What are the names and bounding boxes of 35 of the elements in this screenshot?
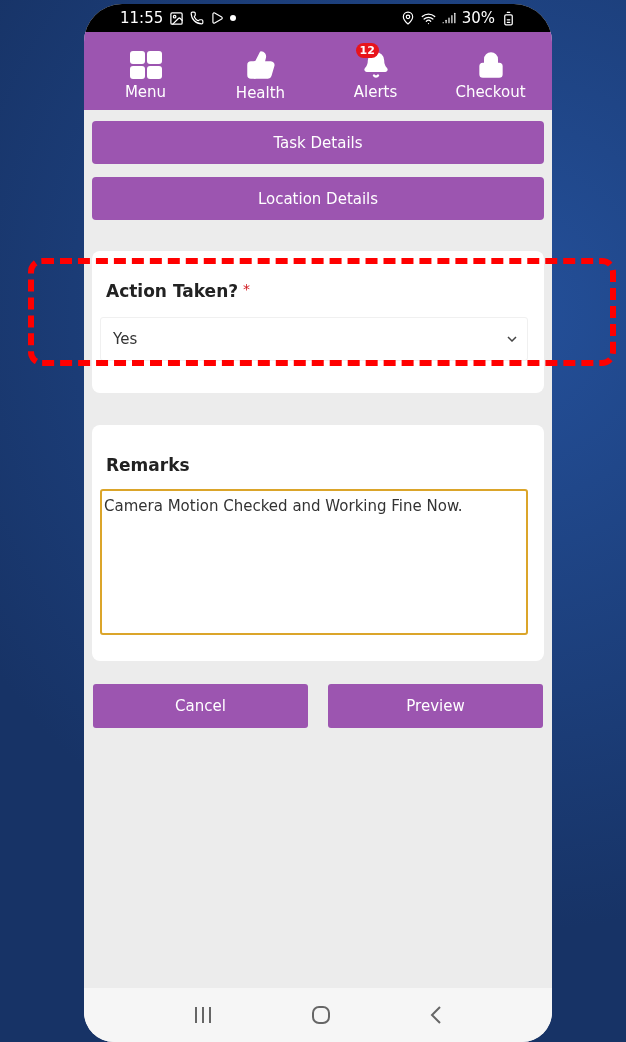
- nav-label: Checkout: [455, 83, 526, 101]
- image-icon: [169, 10, 185, 26]
- dot-icon: [230, 15, 237, 21]
- play-icon: [210, 11, 225, 25]
- back-icon[interactable]: [429, 1005, 443, 1025]
- action-select[interactable]: Yes: [100, 317, 528, 361]
- nav-tab[interactable]: 12 Alerts: [318, 41, 433, 101]
- chevron-down-icon: [507, 336, 517, 342]
- battery-icon: [501, 10, 516, 26]
- signal-icon: [441, 11, 456, 25]
- field-label: Action Taken?: [105, 281, 239, 301]
- nav-tab[interactable]: Health: [203, 40, 318, 102]
- lock-icon: [476, 51, 505, 79]
- grid-icon: [129, 51, 162, 79]
- remarks-textarea[interactable]: Camera Motion Checked and Working Fine Now.: [100, 489, 528, 635]
- nav-tab[interactable]: Menu: [88, 41, 203, 101]
- section-button[interactable]: Task Details: [92, 121, 544, 164]
- action-button[interactable]: Preview: [328, 684, 543, 728]
- action-button[interactable]: Cancel: [93, 684, 308, 728]
- nav-label: Alerts: [353, 83, 398, 101]
- wifi-icon: [420, 10, 436, 26]
- status-time: 11:55: [120, 9, 164, 27]
- alert-count-badge: 12: [355, 43, 379, 58]
- phone-icon: [190, 11, 205, 25]
- field-label: Remarks: [105, 455, 191, 475]
- recent-apps-icon[interactable]: [193, 1006, 213, 1024]
- nav-label: Menu: [124, 83, 167, 101]
- nav-tab[interactable]: Checkout: [433, 41, 548, 101]
- location-icon: [400, 11, 415, 25]
- battery-percent: 30%: [461, 9, 495, 27]
- nav-label: Health: [235, 84, 286, 102]
- home-icon[interactable]: [311, 1005, 331, 1025]
- required-mark: *: [243, 281, 251, 297]
- thumbs-up-icon: [245, 50, 276, 80]
- section-button[interactable]: Location Details: [92, 177, 544, 220]
